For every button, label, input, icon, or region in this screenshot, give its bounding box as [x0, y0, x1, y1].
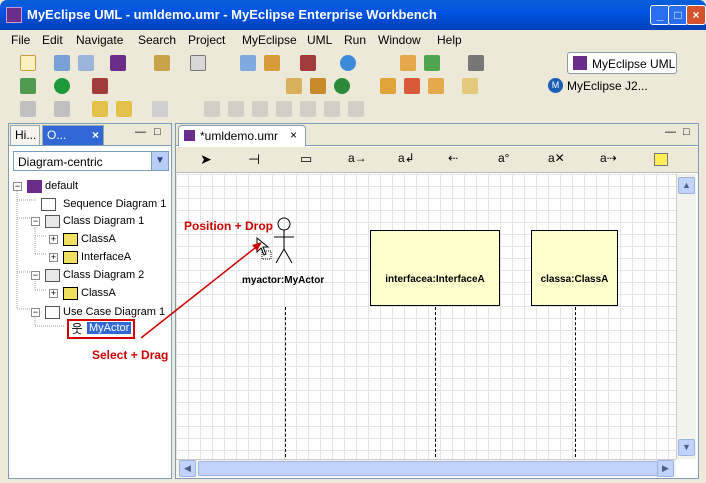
- annotation-position-drop: Position + Drop: [184, 219, 274, 233]
- drag-arrow: [140, 242, 262, 339]
- annotation-select-drag: Select + Drag: [92, 348, 169, 362]
